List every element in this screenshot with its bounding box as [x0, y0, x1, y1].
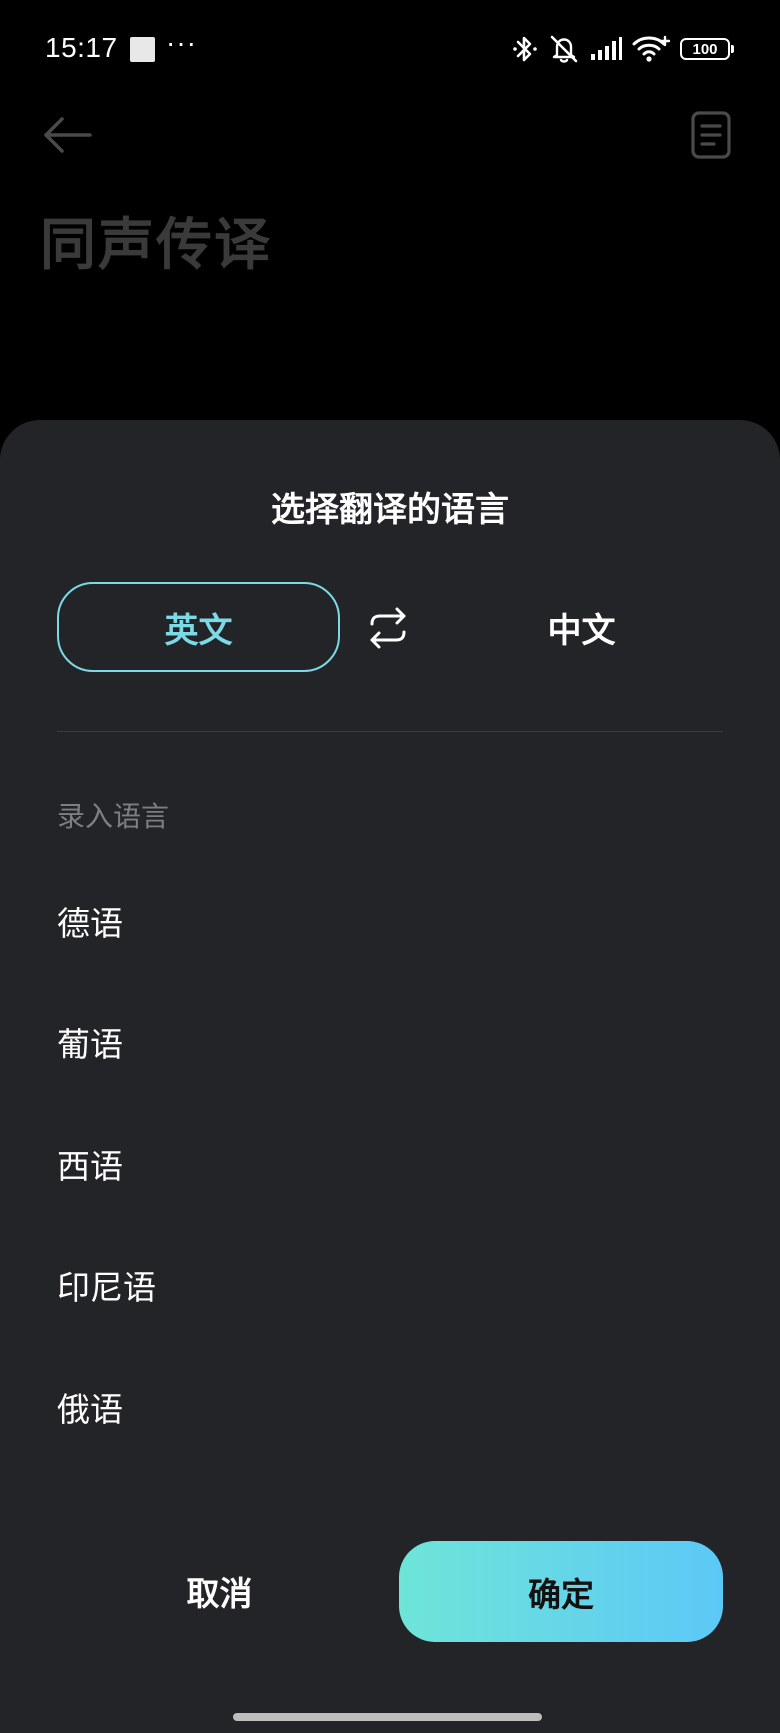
- notification-square-icon: [130, 37, 155, 62]
- language-item-spanish[interactable]: 西语: [0, 1103, 780, 1225]
- mute-bell-icon: [550, 35, 578, 63]
- language-item-indonesian[interactable]: 印尼语: [0, 1225, 780, 1347]
- language-item-russian[interactable]: 俄语: [0, 1346, 780, 1468]
- back-arrow-icon[interactable]: [40, 112, 96, 158]
- section-label-input-language: 录入语言: [57, 800, 170, 833]
- wifi-icon: [632, 35, 670, 62]
- bluetooth-icon: [513, 36, 537, 62]
- battery-icon: 100: [680, 38, 734, 60]
- battery-level: 100: [692, 40, 718, 58]
- signal-icon: [591, 37, 622, 60]
- screen: 15:17 ··· 100 同声传译 选择翻译的语言 英文 中文 录入语言 德语…: [0, 0, 780, 1733]
- home-indicator[interactable]: [233, 1713, 542, 1721]
- status-icons: 100: [512, 32, 734, 66]
- page-title: 同声传译: [40, 213, 272, 278]
- target-language-button[interactable]: 中文: [440, 582, 723, 672]
- swap-languages-icon[interactable]: [365, 605, 411, 651]
- document-icon[interactable]: [690, 110, 732, 160]
- language-item-german[interactable]: 德语: [0, 860, 780, 982]
- status-bar: 15:17 ··· 100: [0, 0, 780, 100]
- sheet-title: 选择翻译的语言: [271, 490, 509, 530]
- confirm-button[interactable]: 确定: [399, 1541, 723, 1642]
- cancel-button[interactable]: 取消: [57, 1541, 382, 1641]
- source-language-label: 英文: [164, 610, 233, 651]
- divider: [57, 731, 723, 732]
- language-item-portuguese[interactable]: 葡语: [0, 982, 780, 1104]
- target-language-label: 中文: [547, 610, 616, 651]
- status-time: 15:17: [45, 32, 118, 63]
- language-picker-sheet: 选择翻译的语言 英文 中文 录入语言 德语 葡语 西语 印尼语 俄语 取消 确定: [0, 420, 780, 1733]
- language-list: 德语 葡语 西语 印尼语 俄语: [0, 860, 780, 1468]
- more-notifications-icon: ···: [166, 27, 197, 58]
- source-language-button[interactable]: 英文: [57, 582, 340, 672]
